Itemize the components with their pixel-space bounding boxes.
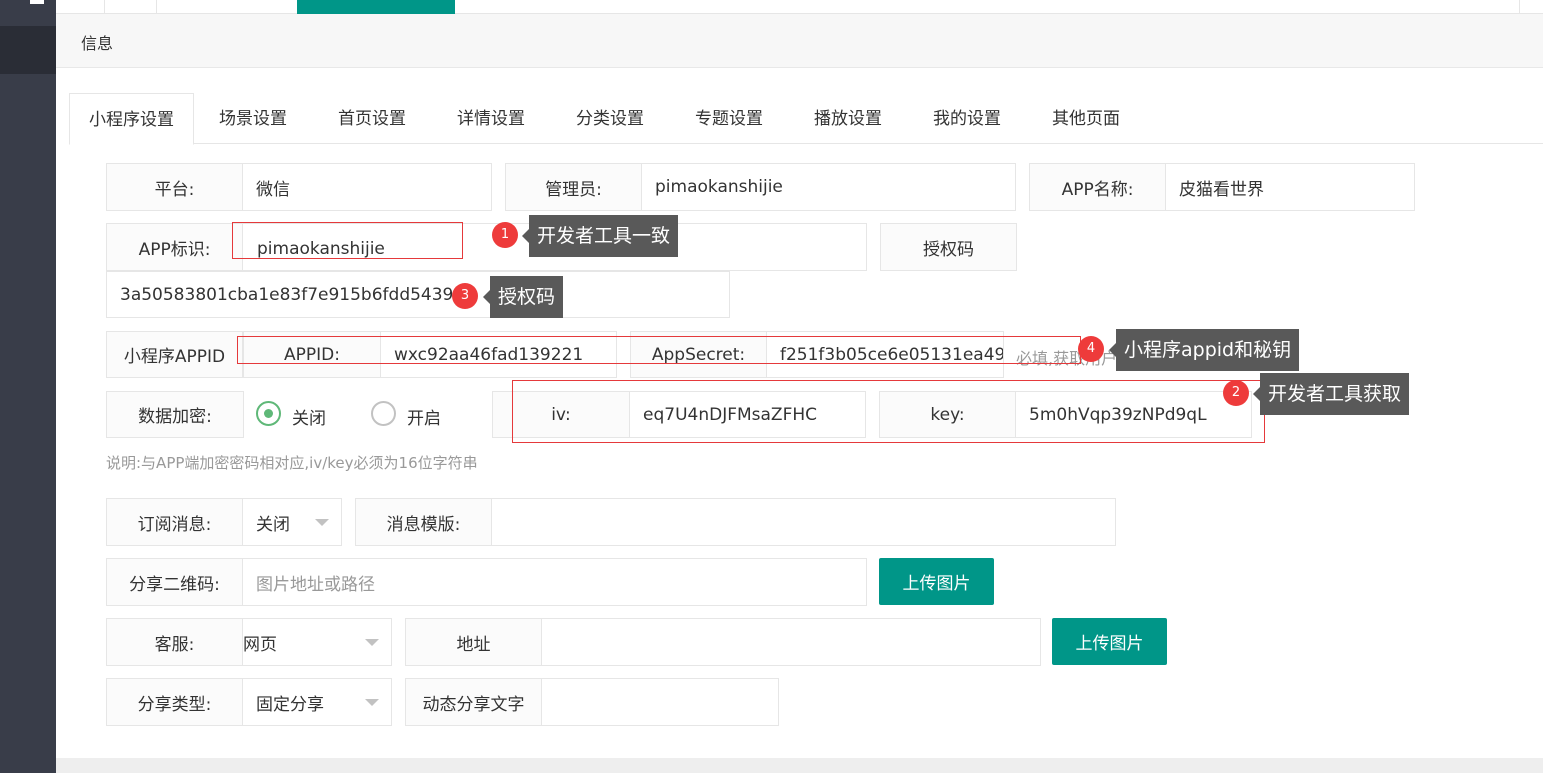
admin-label: 管理员: bbox=[506, 164, 642, 210]
chevron-down-icon bbox=[365, 699, 379, 706]
annotation-tip-2: 开发者工具获取 bbox=[1252, 373, 1410, 415]
tab-scene[interactable]: 场景设置 bbox=[203, 93, 303, 144]
encrypt-on-radio[interactable] bbox=[371, 401, 396, 426]
tab-detail[interactable]: 详情设置 bbox=[441, 93, 541, 144]
key-label: key: bbox=[880, 392, 1016, 437]
iv-input[interactable]: eq7U4nDJFMsaZFHC bbox=[630, 392, 865, 437]
mini-program-label: 小程序APPID bbox=[106, 331, 243, 378]
auth-code-input[interactable]: 3a50583801cba1e83f7e915b6fdd5439 bbox=[107, 272, 727, 317]
tab-play[interactable]: 播放设置 bbox=[798, 93, 898, 144]
settings-tabs: 小程序设置 场景设置 首页设置 详情设置 分类设置 专题设置 播放设置 我的设置… bbox=[69, 93, 1543, 145]
annotation-badge-2: 2 bbox=[1223, 380, 1249, 406]
annotation-tip-3: 授权码 bbox=[482, 276, 564, 318]
top-tab-separator bbox=[1519, 0, 1520, 14]
appid-input[interactable]: wxc92aa46fad139221 bbox=[381, 332, 616, 377]
annotation-tip-1: 开发者工具一致 bbox=[521, 215, 679, 257]
template-input[interactable] bbox=[492, 499, 1115, 545]
dynamic-text-field: 动态分享文字 bbox=[405, 678, 779, 726]
encrypt-label: 数据加密: bbox=[106, 391, 244, 438]
encrypt-off-radio[interactable] bbox=[256, 401, 281, 426]
chevron-down-icon bbox=[365, 639, 379, 646]
tab-other[interactable]: 其他页面 bbox=[1036, 93, 1136, 144]
page-header: 信息 bbox=[56, 14, 1543, 68]
annotation-tip-4: 小程序appid和秘钥 bbox=[1108, 329, 1300, 371]
dynamic-text-input[interactable] bbox=[542, 679, 778, 725]
appid-field: APPID: wxc92aa46fad139221 bbox=[243, 331, 617, 378]
page-title: 信息 bbox=[81, 34, 114, 53]
platform-field: 平台: 微信 bbox=[106, 163, 492, 211]
tab-topic[interactable]: 专题设置 bbox=[679, 93, 779, 144]
footer-bar bbox=[56, 758, 1543, 773]
tab-mini-program[interactable]: 小程序设置 bbox=[69, 93, 194, 145]
app-name-label: APP名称: bbox=[1030, 164, 1166, 210]
share-qr-label: 分享二维码: bbox=[107, 559, 243, 605]
app-id-label: APP标识: bbox=[107, 224, 243, 270]
annotation-badge-4: 4 bbox=[1078, 336, 1104, 362]
appsecret-field: AppSecret: f251f3b05ce6e05131ea49e bbox=[630, 331, 1004, 378]
tab-mine[interactable]: 我的设置 bbox=[917, 93, 1017, 144]
share-qr-input[interactable]: 图片地址或路径 bbox=[243, 559, 866, 605]
tab-category[interactable]: 分类设置 bbox=[560, 93, 660, 144]
left-sidebar bbox=[0, 0, 56, 773]
admin-input[interactable]: pimaokanshijie bbox=[642, 164, 1015, 210]
encrypt-note: 说明:与APP端加密密码相对应,iv/key必须为16位字符串 bbox=[106, 454, 478, 472]
service-label: 客服: bbox=[107, 619, 243, 665]
platform-value[interactable]: 微信 bbox=[243, 164, 491, 210]
annotation-badge-1: 1 bbox=[492, 222, 518, 248]
top-tab-bar bbox=[56, 0, 1543, 14]
share-type-field: 分享类型: 固定分享 bbox=[106, 678, 392, 726]
subscribe-field: 订阅消息: 关闭 bbox=[106, 498, 342, 546]
iv-field: iv: eq7U4nDJFMsaZFHC bbox=[492, 391, 866, 438]
top-tab-separator bbox=[104, 0, 105, 14]
platform-label: 平台: bbox=[107, 164, 243, 210]
chevron-down-icon bbox=[315, 519, 329, 526]
address-field: 地址 bbox=[405, 618, 1041, 666]
appsecret-input[interactable]: f251f3b05ce6e05131ea49e bbox=[767, 332, 1003, 377]
sidebar-active-item[interactable] bbox=[0, 26, 56, 74]
template-field: 消息模版: bbox=[355, 498, 1116, 546]
encrypt-on-label[interactable]: 开启 bbox=[407, 404, 441, 429]
appid-label: APPID: bbox=[244, 332, 381, 377]
app-name-input[interactable]: 皮猫看世界 bbox=[1166, 164, 1414, 210]
tab-home[interactable]: 首页设置 bbox=[322, 93, 422, 144]
appsecret-label: AppSecret: bbox=[631, 332, 767, 377]
auth-code-field: 3a50583801cba1e83f7e915b6fdd5439 bbox=[106, 271, 730, 318]
auth-code-button[interactable]: 授权码 bbox=[880, 223, 1017, 271]
iv-label: iv: bbox=[493, 392, 630, 437]
dynamic-text-label: 动态分享文字 bbox=[406, 679, 542, 725]
top-tab-separator bbox=[156, 0, 157, 14]
service-field: 客服: 网页 bbox=[106, 618, 392, 666]
top-tab-active[interactable] bbox=[297, 0, 455, 14]
share-qr-field: 分享二维码: 图片地址或路径 bbox=[106, 558, 867, 606]
app-id-field: APP标识: pimaokanshijie bbox=[106, 223, 867, 271]
annotation-badge-3: 3 bbox=[452, 283, 478, 309]
address-input[interactable] bbox=[542, 619, 1040, 665]
encrypt-off-label[interactable]: 关闭 bbox=[292, 404, 326, 429]
subscribe-label: 订阅消息: bbox=[107, 499, 243, 545]
share-type-label: 分享类型: bbox=[107, 679, 243, 725]
upload-image-button-2[interactable]: 上传图片 bbox=[1052, 618, 1167, 665]
key-field: key: 5m0hVqp39zNPd9qL bbox=[879, 391, 1252, 438]
template-label: 消息模版: bbox=[356, 499, 492, 545]
app-name-field: APP名称: 皮猫看世界 bbox=[1029, 163, 1415, 211]
sidebar-logo-icon bbox=[30, 0, 44, 4]
address-label: 地址 bbox=[406, 619, 542, 665]
admin-field: 管理员: pimaokanshijie bbox=[505, 163, 1016, 211]
key-input[interactable]: 5m0hVqp39zNPd9qL bbox=[1016, 392, 1251, 437]
upload-image-button[interactable]: 上传图片 bbox=[879, 558, 994, 605]
